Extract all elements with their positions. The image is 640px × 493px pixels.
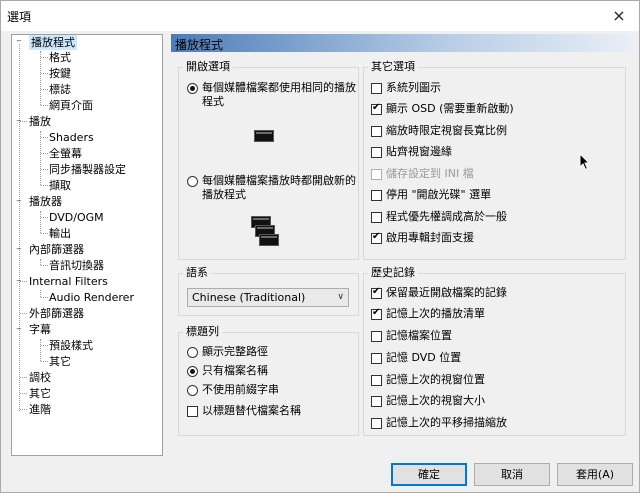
checkbox-cover-art[interactable] [371,231,382,244]
checkbox-keep-recent-label[interactable]: 保留最近開啟檔案的記錄 [386,286,507,300]
checkbox-snap-edges[interactable] [371,147,382,158]
radio-same-player-label-2[interactable]: 程式 [202,95,224,109]
checkbox-save-ini [371,169,382,180]
checkbox-remember-file-pos[interactable] [371,331,382,342]
checkbox-limit-aspect-label[interactable]: 縮放時限定視窗長寬比例 [386,124,507,138]
radio-full-path[interactable] [187,347,198,358]
radio-no-prefix-label[interactable]: 不使用前綴字串 [202,383,279,397]
checkbox-save-ini-label: 儲存設定到 INI 檔 [386,167,474,180]
checkbox-remember-playlist[interactable] [371,307,382,320]
radio-full-path-label[interactable]: 顯示完整路徑 [202,345,268,359]
radio-new-player[interactable] [187,176,198,187]
tree-item-keys[interactable]: 按鍵 [49,66,71,81]
tree-item-logo[interactable]: 標誌 [49,82,71,97]
radio-new-player-label-2[interactable]: 播放程式 [202,188,246,202]
tree-item-playback[interactable]: 播放 [29,114,51,129]
checkbox-remember-playlist-label[interactable]: 記憶上次的播放清單 [386,307,485,321]
mouse-cursor-icon [579,153,591,171]
multi-window-icon [259,234,279,246]
tree-item-sync-renderer[interactable]: 同步播製器設定 [49,162,126,177]
chevron-down-icon: ∨ [337,292,344,302]
ok-button[interactable]: 確定 [391,463,467,486]
checkbox-remember-dvd-pos[interactable] [371,353,382,364]
language-select-value: Chinese (Traditional) [192,291,306,304]
tree-item-internal-filters[interactable]: Internal Filters [29,274,108,289]
checkbox-remember-pan-scan[interactable] [371,418,382,429]
tree-item-output[interactable]: 輸出 [49,226,71,241]
single-window-icon [254,130,274,142]
tree-item-formats[interactable]: 格式 [49,50,71,65]
radio-file-name-only-label[interactable]: 只有檔案名稱 [202,364,268,378]
radio-no-prefix[interactable] [187,385,198,396]
checkbox-remember-file-pos-label[interactable]: 記憶檔案位置 [386,329,452,343]
open-options-label: 開啟選項 [183,60,233,74]
checkbox-snap-edges-label[interactable]: 貼齊視窗邊緣 [386,145,452,159]
checkbox-remember-window-size-label[interactable]: 記憶上次的視窗大小 [386,394,485,408]
checkbox-title-replace-label[interactable]: 以標題替代檔案名稱 [202,404,301,418]
checkbox-title-replace[interactable] [187,406,198,417]
apply-button[interactable]: 套用(A) [557,463,633,486]
history-label: 歷史記錄 [368,266,418,280]
language-label: 語系 [183,266,211,280]
radio-new-player-label-1[interactable]: 每個媒體檔案播放時都開啟新的 [202,174,356,188]
close-icon[interactable]: × [607,5,631,27]
tree-item-audio-switcher[interactable]: 音訊切換器 [49,258,104,273]
category-tree[interactable]: − − − − − − 播放程式 格式 按鍵 標誌 網頁介面 播放 Shader… [11,34,163,456]
panel-title: 播放程式 [175,38,224,52]
tree-item-subtitle-misc[interactable]: 其它 [49,354,71,369]
cancel-button[interactable]: 取消 [474,463,550,486]
tree-item-web-interface[interactable]: 網頁介面 [49,98,93,113]
titlebar-group-label: 標題列 [183,325,222,339]
checkbox-remember-window-size[interactable] [371,396,382,407]
checkbox-remember-pan-scan-label[interactable]: 記憶上次的平移掃描縮放 [386,416,507,430]
tree-item-audio-renderer[interactable]: Audio Renderer [49,290,134,305]
checkbox-disable-open-disc-label[interactable]: 停用 "開啟光碟" 選單 [386,188,491,202]
checkbox-cover-art-label[interactable]: 啟用專輯封面支援 [386,231,474,245]
other-options-label: 其它選項 [368,60,418,74]
window-title: 選項 [7,10,32,24]
tree-item-subtitles[interactable]: 字幕 [29,322,51,337]
language-select[interactable]: Chinese (Traditional) ∨ [187,288,349,307]
tree-item-advanced[interactable]: 進階 [29,402,51,417]
checkbox-tray-icon[interactable] [371,83,382,94]
tree-item-capture[interactable]: 擷取 [49,178,71,193]
radio-same-player-label-1[interactable]: 每個媒體檔案都使用相同的播放 [202,81,356,95]
collapse-icon[interactable]: − [16,246,23,253]
checkbox-remember-dvd-pos-label[interactable]: 記憶 DVD 位置 [386,351,461,365]
tree-item-tweaks[interactable]: 調校 [29,370,51,385]
checkbox-remember-window-pos[interactable] [371,375,382,386]
checkbox-show-osd-label[interactable]: 顯示 OSD (需要重新啟動) [386,102,514,116]
checkbox-keep-recent[interactable] [371,286,382,299]
radio-same-player[interactable] [187,83,198,94]
checkbox-tray-icon-label[interactable]: 系統列圖示 [386,81,441,95]
tree-item-output-player[interactable]: 播放器 [29,194,62,209]
tree-item-shaders[interactable]: Shaders [49,130,94,145]
tree-item-internal-filters-zh[interactable]: 內部篩選器 [29,242,84,257]
collapse-icon[interactable]: − [16,198,23,205]
checkbox-limit-aspect[interactable] [371,126,382,137]
checkbox-high-priority[interactable] [371,212,382,223]
checkbox-disable-open-disc[interactable] [371,190,382,201]
checkbox-remember-window-pos-label[interactable]: 記憶上次的視窗位置 [386,373,485,387]
collapse-icon[interactable]: − [16,38,23,45]
panel-header: 播放程式 [171,34,631,52]
radio-file-name-only[interactable] [187,366,198,377]
collapse-icon[interactable]: − [16,118,23,125]
collapse-icon[interactable]: − [16,326,23,333]
tree-item-fullscreen[interactable]: 全螢幕 [49,146,82,161]
tree-item-external-filters[interactable]: 外部篩選器 [29,306,84,321]
checkbox-high-priority-label[interactable]: 程式優先權調成高於一般 [386,210,507,224]
tree-item-default-style[interactable]: 預設樣式 [49,338,93,353]
tree-item-player[interactable]: 播放程式 [29,35,77,50]
options-dialog: 選項 × − − − − − − 播放程式 格式 按鍵 標誌 網頁介面 播放 S… [0,0,640,493]
tree-item-dvd-ogm[interactable]: DVD/OGM [49,210,104,225]
collapse-icon[interactable]: − [16,278,23,285]
tree-item-misc[interactable]: 其它 [29,386,51,401]
checkbox-show-osd[interactable] [371,102,382,115]
title-bar: 選項 × [1,1,639,31]
